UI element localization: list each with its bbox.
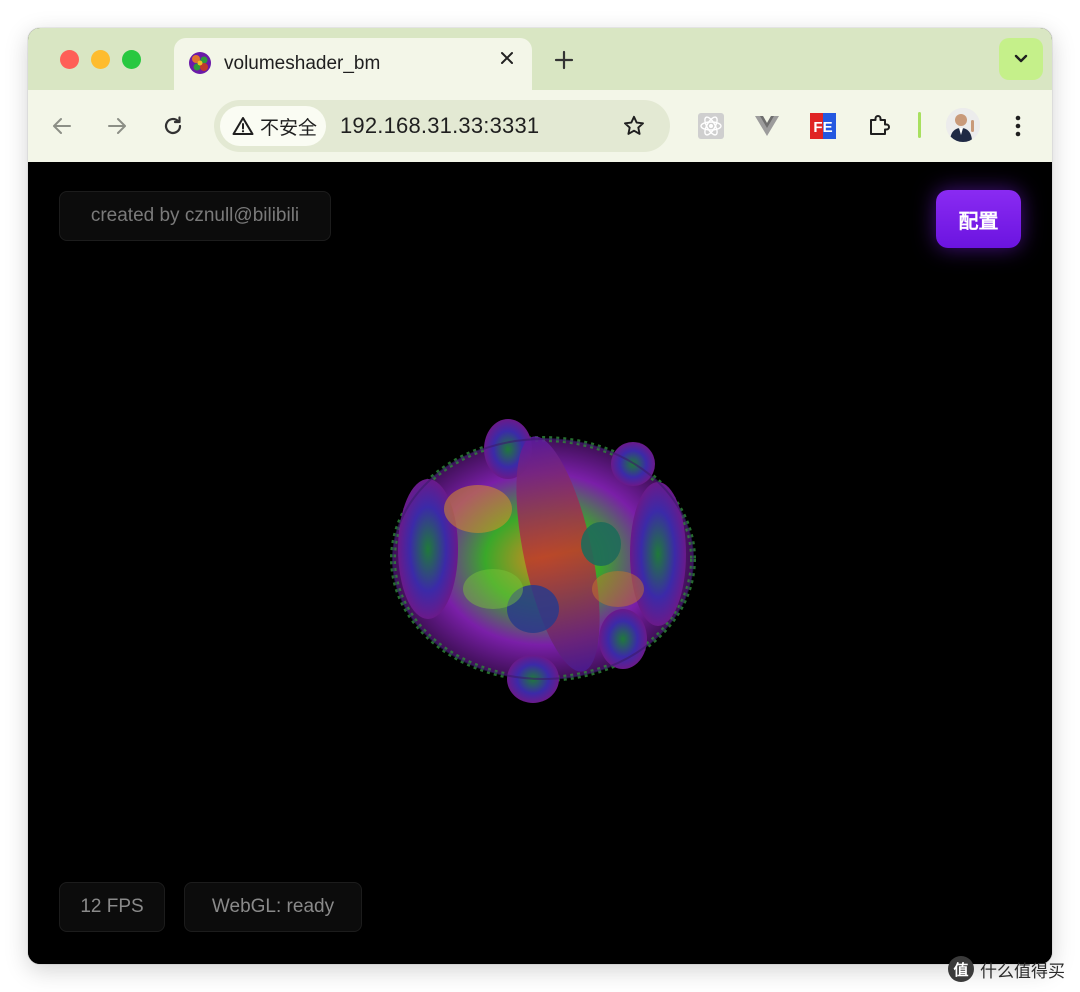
config-button[interactable]: 配置: [936, 190, 1021, 248]
webgl-canvas-area[interactable]: created by cznull@bilibili 配置 12 FPS Web…: [28, 162, 1052, 964]
new-tab-plus-icon[interactable]: [550, 46, 578, 74]
browser-toolbar: 不安全 192.168.31.33:3331 FE: [28, 90, 1052, 163]
tab-strip: volumeshader_bm: [28, 28, 1052, 90]
fps-counter: 12 FPS: [59, 882, 165, 932]
address-bar[interactable]: 不安全 192.168.31.33:3331: [214, 100, 670, 152]
svg-text:FE: FE: [813, 119, 832, 136]
watermark: 值 什么值得买: [948, 956, 1065, 982]
maximize-window-button[interactable]: [122, 50, 141, 69]
credit-label: created by cznull@bilibili: [59, 191, 331, 241]
profile-avatar[interactable]: [946, 108, 980, 142]
fe-helper-icon[interactable]: FE: [809, 112, 837, 140]
reload-icon[interactable]: [159, 112, 187, 140]
tab-close-icon[interactable]: [496, 47, 518, 69]
extensions-puzzle-icon[interactable]: [865, 112, 893, 140]
browser-window: volumeshader_bm 不安全 192.168.31.33:3331 F…: [28, 28, 1052, 964]
minimize-window-button[interactable]: [91, 50, 110, 69]
kebab-menu-icon[interactable]: [1004, 112, 1032, 140]
watermark-text: 什么值得买: [980, 961, 1065, 981]
vue-devtools-icon[interactable]: [753, 112, 781, 140]
react-devtools-icon[interactable]: [697, 112, 725, 140]
tab-search-chevron-down-icon[interactable]: [999, 38, 1043, 80]
tab-title: volumeshader_bm: [224, 53, 381, 74]
bookmark-star-icon[interactable]: [620, 112, 648, 140]
tab-volumeshader[interactable]: volumeshader_bm: [174, 38, 532, 90]
warning-triangle-icon: [232, 117, 254, 135]
mandelbulb-fractal-render: [390, 419, 696, 703]
watermark-logo-icon: 值: [948, 956, 974, 982]
back-arrow-icon[interactable]: [48, 112, 76, 140]
site-security-chip[interactable]: 不安全: [220, 106, 326, 146]
close-window-button[interactable]: [60, 50, 79, 69]
toolbar-divider: [918, 112, 921, 138]
forward-arrow-icon[interactable]: [103, 112, 131, 140]
fractal-favicon-icon: [189, 52, 211, 74]
url-text[interactable]: 192.168.31.33:3331: [340, 113, 539, 139]
webgl-status: WebGL: ready: [184, 882, 362, 932]
security-label: 不安全: [260, 117, 318, 139]
